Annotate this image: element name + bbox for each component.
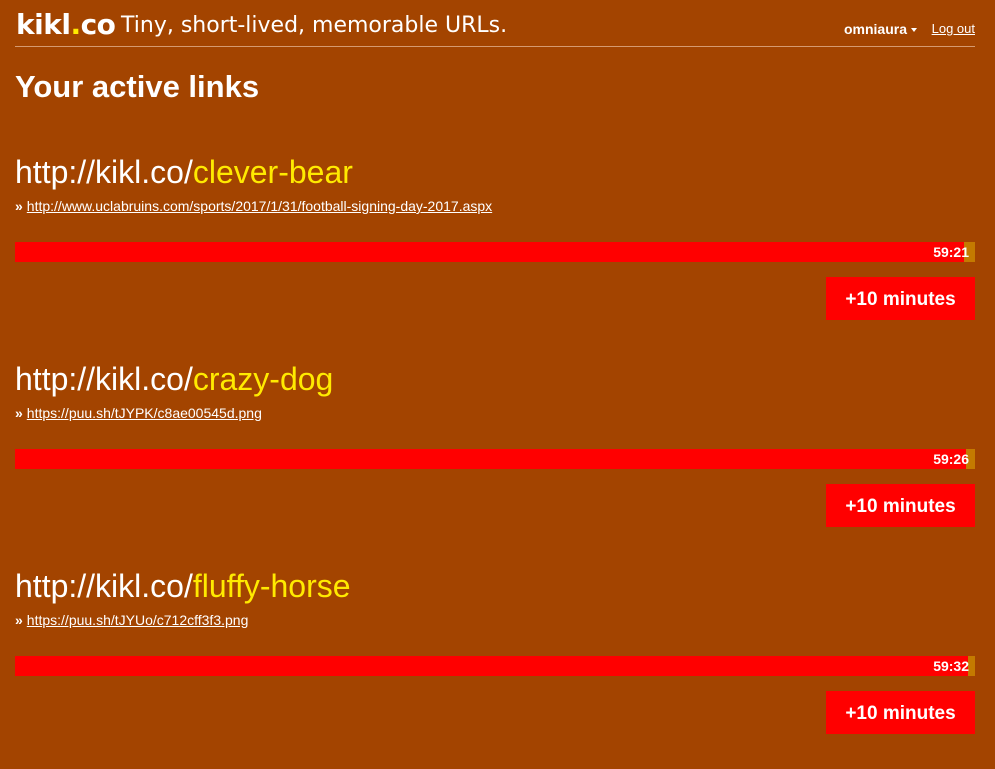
time-remaining: 59:32 — [933, 658, 969, 674]
short-url-prefix: http://kikl.co/ — [15, 154, 193, 190]
timer-bar: 59:21 — [15, 242, 975, 262]
logo-name: kikl — [16, 8, 71, 41]
tagline: Tiny, short-lived, memorable URLs. — [121, 13, 508, 38]
short-url: http://kikl.co/fluffy-horse — [15, 567, 975, 605]
extend-10-minutes-button[interactable]: +10 minutes — [826, 277, 975, 320]
extend-10-minutes-button[interactable]: +10 minutes — [826, 691, 975, 734]
short-url-slug: clever-bear — [192, 154, 353, 190]
site-header: kikl.co Tiny, short-lived, memorable URL… — [15, 0, 975, 47]
logo-dot: . — [70, 8, 81, 41]
arrow-icon: » — [15, 198, 23, 214]
username: omniaura — [843, 21, 907, 37]
short-url-slug: fluffy-horse — [192, 568, 351, 604]
link-card: http://kikl.co/fluffy-horse » https://puu… — [15, 567, 975, 734]
short-url: http://kikl.co/clever-bear — [15, 153, 975, 191]
short-url-slug: crazy-dog — [192, 361, 334, 397]
destination-link[interactable]: https://puu.sh/tJYUo/c712cff3f3.png — [27, 612, 249, 628]
timer-bar-fill — [15, 449, 967, 469]
time-remaining: 59:21 — [933, 244, 969, 260]
logout-link[interactable]: Log out — [932, 21, 975, 36]
user-menu[interactable]: omniaura — [844, 21, 917, 37]
destination: » http://www.uclabruins.com/sports/2017/1… — [15, 197, 975, 215]
page-title: Your active links — [15, 69, 260, 104]
destination-link[interactable]: https://puu.sh/tJYPK/c8ae00545d.png — [27, 405, 262, 421]
short-url-prefix: http://kikl.co/ — [15, 361, 193, 397]
arrow-icon: » — [15, 612, 23, 628]
arrow-icon: » — [15, 405, 23, 421]
extend-10-minutes-button[interactable]: +10 minutes — [826, 484, 975, 527]
timer-bar-fill — [15, 242, 965, 262]
timer-bar: 59:32 — [15, 656, 975, 676]
short-url-prefix: http://kikl.co/ — [15, 568, 193, 604]
destination: » https://puu.sh/tJYPK/c8ae00545d.png — [15, 404, 975, 422]
link-card: http://kikl.co/crazy-dog » https://puu.sh… — [15, 360, 975, 527]
link-card: http://kikl.co/clever-bear » http://www.u… — [15, 153, 975, 320]
destination: » https://puu.sh/tJYUo/c712cff3f3.png — [15, 611, 975, 629]
time-remaining: 59:26 — [933, 451, 969, 467]
logo[interactable]: kikl.co — [16, 8, 116, 41]
chevron-down-icon — [911, 28, 917, 33]
short-url: http://kikl.co/crazy-dog — [15, 360, 975, 398]
destination-link[interactable]: http://www.uclabruins.com/sports/2017/1/… — [27, 198, 492, 214]
logo-tld: co — [80, 8, 116, 41]
timer-bar-fill — [15, 656, 969, 676]
timer-bar: 59:26 — [15, 449, 975, 469]
